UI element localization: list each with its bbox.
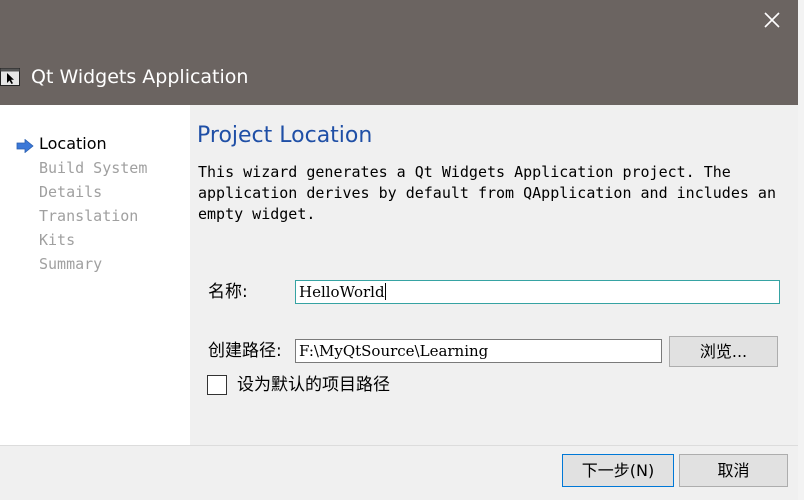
step-kits: Kits	[39, 231, 76, 249]
title-bar: Qt Widgets Application	[0, 0, 798, 105]
name-label: 名称:	[208, 282, 248, 302]
next-button[interactable]: 下一步(N)	[562, 454, 674, 487]
path-input[interactable]: F:\MyQtSource\Learning	[295, 339, 662, 363]
step-summary: Summary	[39, 255, 103, 273]
browse-button[interactable]: 浏览...	[669, 336, 778, 367]
cancel-button[interactable]: 取消	[679, 454, 788, 487]
page-title: Project Location	[197, 123, 373, 148]
close-icon	[764, 12, 780, 28]
step-location: Location	[39, 134, 107, 153]
default-path-label: 设为默认的项目路径	[237, 375, 390, 395]
name-input[interactable]: HelloWorld	[295, 280, 780, 304]
window-edge	[798, 0, 804, 500]
window-title: Qt Widgets Application	[31, 66, 249, 88]
step-translation: Translation	[39, 207, 139, 225]
step-details: Details	[39, 183, 103, 201]
text-caret	[384, 283, 386, 300]
close-button[interactable]	[760, 8, 784, 32]
arrow-right-icon	[16, 138, 34, 154]
default-path-checkbox[interactable]	[207, 375, 227, 395]
path-value: F:\MyQtSource\Learning	[299, 342, 489, 360]
intro-text: This wizard generates a Qt Widgets Appli…	[198, 163, 776, 223]
step-build-system: Build System	[39, 159, 148, 177]
qt-creator-icon	[0, 68, 20, 86]
name-value: HelloWorld	[299, 283, 385, 301]
path-label: 创建路径:	[208, 341, 282, 361]
